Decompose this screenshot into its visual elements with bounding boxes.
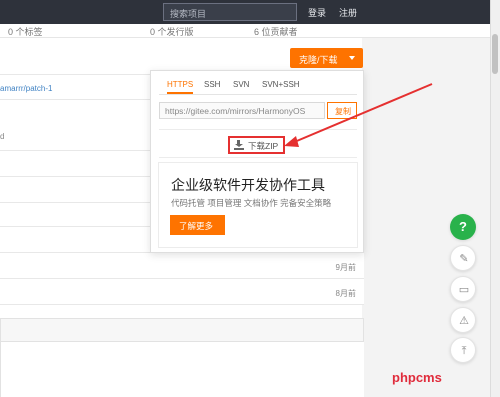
question-icon: ? (459, 219, 467, 234)
back-to-top-button[interactable]: ⤒ (450, 337, 476, 363)
edit-icon: ✎ (459, 253, 469, 265)
annotation-arrow (284, 83, 433, 147)
warning-icon: ⚠ (459, 315, 469, 327)
report-button[interactable]: ⚠ (450, 307, 476, 333)
scrollbar-thumb[interactable] (492, 34, 498, 74)
comment-icon: ▭ (458, 284, 470, 296)
comment-button[interactable]: ▭ (450, 276, 476, 302)
arrow-up-icon: ⤒ (461, 345, 467, 357)
edit-button[interactable]: ✎ (450, 245, 476, 271)
help-button[interactable]: ? (450, 214, 476, 240)
watermark-logo: phpcms (392, 370, 442, 385)
